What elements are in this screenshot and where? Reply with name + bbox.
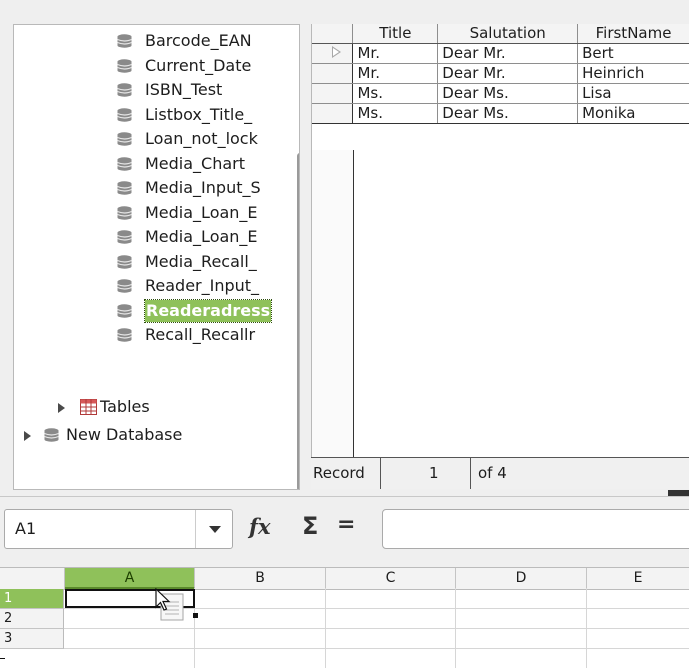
tree-label-tables: Tables	[100, 397, 150, 416]
data-source-tree[interactable]: Barcode_EAN Current_Date ISBN_Test Listbox_…	[13, 24, 300, 490]
table-cell[interactable]: Dear Mr.	[437, 63, 579, 84]
database-query-icon	[117, 279, 132, 293]
table-cell[interactable]: Mr.	[352, 43, 439, 64]
database-query-icon	[117, 156, 132, 171]
divider	[195, 510, 196, 548]
name-box-value: A1	[15, 519, 37, 538]
data-table: Title Salutation FirstName Mr. Dear Mr. …	[312, 24, 689, 124]
divider	[470, 458, 471, 489]
database-query-icon	[117, 181, 132, 195]
tree-vertical-scrollbar[interactable]	[297, 153, 299, 489]
tree-item-label: Listbox_Title_	[145, 104, 253, 124]
table-cell[interactable]: Dear Ms.	[437, 83, 579, 104]
autofill-handle[interactable]	[193, 613, 198, 618]
tree-item-label: Barcode_EAN	[145, 31, 252, 50]
database-query-icon	[117, 34, 132, 48]
table-row[interactable]: Ms. Dear Ms. Monika	[312, 103, 689, 124]
table-cell[interactable]: Monika	[577, 103, 689, 124]
drag-copy-cursor-icon	[155, 588, 184, 621]
column-header-firstname[interactable]: FirstName	[577, 24, 689, 44]
table-cell[interactable]: Lisa	[577, 83, 689, 104]
formula-input[interactable]	[382, 509, 689, 549]
row-header-2[interactable]: 2	[0, 609, 64, 629]
tree-item-label: ISBN_Test	[145, 80, 223, 99]
table-row[interactable]: Ms. Dear Ms. Lisa	[312, 83, 689, 104]
row-handle-column	[312, 150, 354, 481]
row-header-3[interactable]: 3	[0, 629, 64, 649]
column-header-b[interactable]: B	[195, 568, 326, 589]
table-cell[interactable]: Ms.	[352, 83, 439, 104]
column-header-row: A B C D E	[0, 567, 689, 590]
record-count-text: of 4	[478, 464, 507, 482]
formula-equals-icon[interactable]: =	[337, 512, 355, 537]
column-header-c[interactable]: C	[326, 568, 456, 589]
spreadsheet-grid[interactable]: A B C D E 1 2 3	[0, 567, 689, 668]
column-header-a[interactable]: A	[65, 568, 195, 589]
divider	[0, 496, 689, 497]
database-query-icon	[117, 83, 132, 97]
database-query-icon	[117, 205, 132, 220]
table-cell[interactable]: Dear Ms.	[437, 103, 579, 124]
tree-item-label: Reader_Input_	[145, 276, 260, 295]
row-handle[interactable]	[312, 103, 354, 124]
tree-item-label: Media_Loan_E	[145, 227, 258, 246]
corner-cell[interactable]	[312, 24, 354, 44]
tree-item-label: Loan_not_lock	[145, 129, 258, 148]
table-cell[interactable]: Heinrich	[577, 63, 689, 84]
record-number-field[interactable]: 1	[429, 464, 439, 482]
column-header-salutation[interactable]: Salutation	[437, 24, 579, 44]
table-cell[interactable]: Bert	[577, 43, 689, 64]
tree-item-label: Media_Recall_	[145, 251, 257, 271]
current-row-arrow-icon	[332, 46, 341, 58]
row-handle[interactable]	[312, 83, 354, 104]
gridline	[64, 628, 689, 629]
database-query-icon	[117, 328, 132, 342]
data-grid[interactable]: Title Salutation FirstName Mr. Dear Mr. …	[311, 24, 689, 488]
database-query-icon	[117, 230, 132, 244]
record-label: Record	[313, 464, 365, 482]
database-query-icon	[117, 132, 132, 146]
table-cell[interactable]: Mr.	[352, 63, 439, 84]
divider	[0, 658, 5, 659]
divider	[380, 458, 381, 489]
tree-item-label: Current_Date	[145, 55, 252, 75]
gridline	[64, 648, 689, 649]
function-wizard-icon[interactable]: fx	[249, 514, 271, 539]
table-header-row: Title Salutation FirstName	[312, 24, 689, 44]
row-header-1[interactable]: 1	[0, 589, 64, 609]
column-header-d[interactable]: D	[456, 568, 587, 589]
name-box[interactable]: A1	[4, 509, 233, 549]
database-query-icon	[117, 254, 132, 269]
database-query-icon	[117, 107, 132, 122]
record-navigation-bar: Record 1 of 4	[311, 457, 689, 489]
table-cell[interactable]: Dear Mr.	[437, 43, 579, 64]
splitter-handle[interactable]	[668, 490, 689, 496]
tree-item-label: Media_Loan_E	[145, 202, 258, 222]
sum-icon[interactable]: Σ	[302, 512, 318, 540]
tree-item-label: Media_Input_S	[145, 178, 261, 197]
expand-arrow-icon[interactable]	[58, 403, 65, 413]
row-handle[interactable]	[312, 63, 354, 84]
database-icon	[44, 428, 59, 442]
database-query-icon	[117, 303, 132, 318]
row-handle[interactable]	[312, 43, 354, 64]
tree-item-label: Media_Chart	[145, 153, 246, 173]
table-row[interactable]: Mr. Dear Mr. Heinrich	[312, 63, 689, 84]
table-cell[interactable]: Ms.	[352, 103, 439, 124]
tree-item-label: Recall_Recallr	[145, 325, 256, 344]
tree-label-new-database: New Database	[66, 425, 183, 444]
table-icon	[80, 399, 97, 415]
table-row[interactable]: Mr. Dear Mr. Bert	[312, 43, 689, 64]
tree-item-label: Readeradress	[143, 298, 273, 323]
column-header-e[interactable]: E	[587, 568, 689, 589]
expand-arrow-icon[interactable]	[24, 431, 31, 441]
database-query-icon	[117, 58, 132, 73]
column-header-title[interactable]: Title	[352, 24, 439, 44]
dropdown-arrow-icon[interactable]	[209, 526, 221, 533]
select-all-corner[interactable]	[0, 568, 65, 589]
